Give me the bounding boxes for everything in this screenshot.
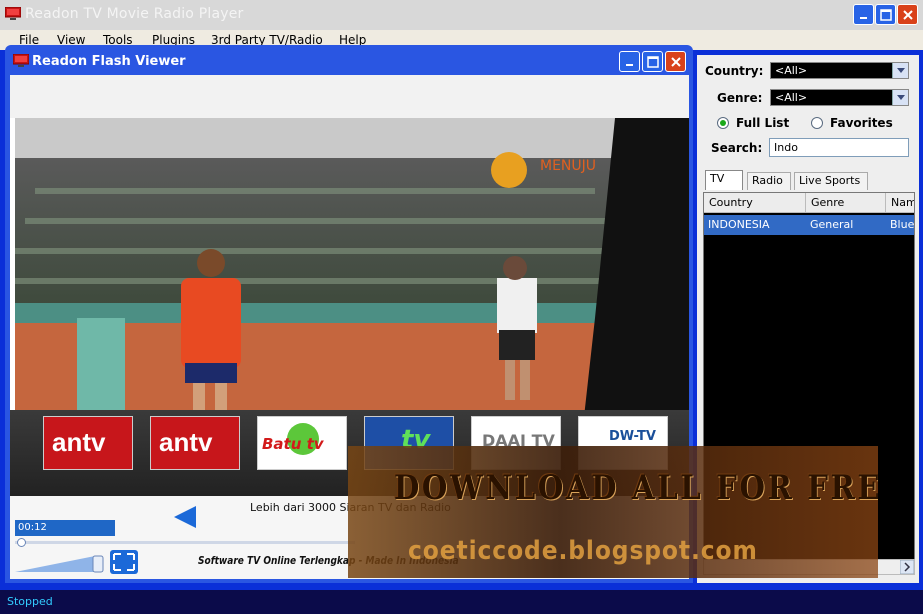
favorites-radio[interactable]	[811, 117, 823, 129]
cell-name: Blue	[890, 218, 915, 231]
search-label: Search:	[711, 141, 763, 155]
main-window: Readon TV Movie Radio Player File View T…	[0, 0, 923, 614]
favorites-label: Favorites	[830, 116, 893, 130]
tv-app-icon	[5, 7, 21, 20]
column-country[interactable]: Country	[704, 193, 806, 213]
window-title: Readon TV Movie Radio Player	[25, 6, 244, 22]
minimize-button[interactable]	[853, 4, 874, 25]
maximize-icon	[646, 55, 659, 68]
batu-tv-logo[interactable]: Batu tv	[257, 416, 347, 470]
tab-radio[interactable]: Radio	[747, 172, 791, 190]
dropdown-arrow-icon	[892, 90, 908, 105]
dropdown-arrow-icon	[892, 63, 908, 78]
viewer-title: Readon Flash Viewer	[32, 54, 186, 69]
viewer-top-strip	[10, 75, 689, 118]
full-list-radio[interactable]	[717, 117, 729, 129]
antv-logo[interactable]: antv	[43, 416, 133, 470]
media-tabs: TV Radio Live Sports	[697, 170, 919, 192]
maximize-button[interactable]	[875, 4, 896, 25]
tab-live-sports[interactable]: Live Sports	[794, 172, 868, 190]
volume-slider[interactable]	[15, 552, 105, 574]
table-row[interactable]: INDONESIA General Blue	[704, 215, 915, 235]
scroll-right-icon[interactable]	[900, 560, 914, 574]
country-select[interactable]: <All>	[770, 62, 909, 79]
column-genre[interactable]: Genre	[806, 193, 886, 213]
column-name[interactable]: Nam	[886, 193, 914, 213]
grid-header: Country Genre Nam	[704, 193, 914, 213]
status-bar: Stopped	[0, 590, 923, 614]
watermark-title: DOWNLOAD ALL FOR FREE	[394, 468, 878, 508]
viewer-close-button[interactable]	[665, 51, 686, 72]
minimize-icon	[859, 16, 867, 19]
tv-app-icon	[13, 54, 29, 67]
search-input[interactable]: Indo	[769, 138, 909, 157]
viewer-maximize-button[interactable]	[642, 51, 663, 72]
close-icon	[902, 9, 913, 20]
close-button[interactable]	[897, 4, 918, 25]
country-label: Country:	[705, 64, 764, 78]
genre-label: Genre:	[717, 91, 763, 105]
full-list-label: Full List	[736, 116, 790, 130]
genre-select[interactable]: <All>	[770, 89, 909, 106]
fullscreen-icon[interactable]	[110, 550, 138, 574]
watermark-overlay: DOWNLOAD ALL FOR FREE coeticcode.blogspo…	[348, 446, 878, 578]
viewer-minimize-button[interactable]	[619, 51, 640, 72]
time-display: 00:12	[15, 520, 115, 536]
cell-country: INDONESIA	[708, 218, 770, 231]
seek-handle[interactable]	[17, 538, 26, 547]
title-bar: Readon TV Movie Radio Player	[0, 0, 923, 30]
cell-genre: General	[810, 218, 854, 231]
status-text: Stopped	[7, 595, 53, 608]
tab-tv[interactable]: TV	[705, 170, 743, 190]
seek-bar[interactable]	[15, 541, 355, 544]
svg-text:MENUJU: MENUJU	[540, 158, 596, 174]
watermark-url: coeticcode.blogspot.com	[408, 536, 758, 566]
viewer-title-bar: Readon Flash Viewer	[5, 45, 693, 77]
minimize-icon	[625, 63, 633, 66]
close-icon	[670, 56, 681, 67]
maximize-icon	[879, 8, 892, 21]
play-prev-icon[interactable]	[172, 504, 198, 530]
antv-logo[interactable]: antv	[150, 416, 240, 470]
